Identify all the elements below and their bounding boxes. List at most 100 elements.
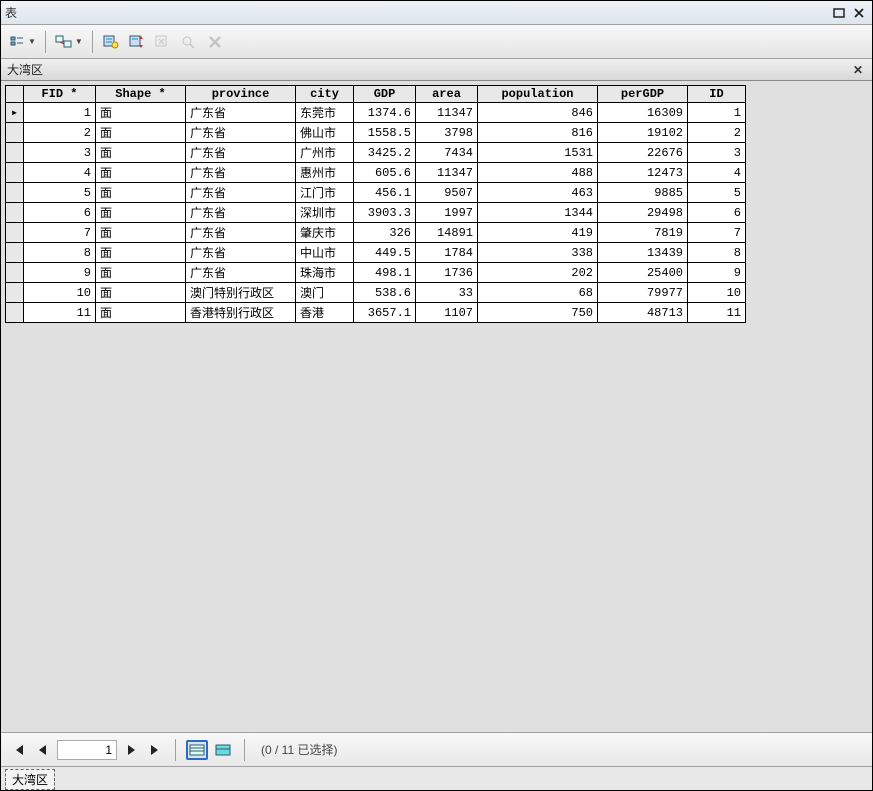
cell-city[interactable]: 澳门: [296, 283, 354, 303]
col-header-area[interactable]: area: [416, 86, 478, 103]
col-header-gdp[interactable]: GDP: [354, 86, 416, 103]
switch-selection-button[interactable]: [125, 30, 149, 54]
cell-population[interactable]: 463: [478, 183, 598, 203]
col-header-pergdp[interactable]: perGDP: [598, 86, 688, 103]
cell-population[interactable]: 338: [478, 243, 598, 263]
cell-pergdp[interactable]: 79977: [598, 283, 688, 303]
select-by-attributes-button[interactable]: [99, 30, 123, 54]
row-selector[interactable]: [6, 263, 24, 283]
cell-pergdp[interactable]: 29498: [598, 203, 688, 223]
zoom-selected-button[interactable]: [177, 30, 201, 54]
cell-city[interactable]: 东莞市: [296, 103, 354, 123]
close-tab-button[interactable]: ✕: [850, 62, 866, 78]
cell-id[interactable]: 8: [688, 243, 746, 263]
cell-population[interactable]: 1531: [478, 143, 598, 163]
cell-pergdp[interactable]: 13439: [598, 243, 688, 263]
cell-gdp[interactable]: 538.6: [354, 283, 416, 303]
maximize-button[interactable]: [830, 5, 848, 21]
cell-population[interactable]: 488: [478, 163, 598, 183]
cell-shape[interactable]: 面: [96, 203, 186, 223]
cell-city[interactable]: 香港: [296, 303, 354, 323]
cell-area[interactable]: 9507: [416, 183, 478, 203]
cell-gdp[interactable]: 605.6: [354, 163, 416, 183]
row-header-corner[interactable]: [6, 86, 24, 103]
cell-pergdp[interactable]: 48713: [598, 303, 688, 323]
col-header-population[interactable]: population: [478, 86, 598, 103]
cell-gdp[interactable]: 3425.2: [354, 143, 416, 163]
cell-id[interactable]: 7: [688, 223, 746, 243]
row-selector[interactable]: ▸: [6, 103, 24, 123]
row-selector[interactable]: [6, 183, 24, 203]
cell-gdp[interactable]: 456.1: [354, 183, 416, 203]
cell-shape[interactable]: 面: [96, 123, 186, 143]
cell-province[interactable]: 澳门特别行政区: [186, 283, 296, 303]
cell-shape[interactable]: 面: [96, 283, 186, 303]
cell-id[interactable]: 6: [688, 203, 746, 223]
col-header-fid[interactable]: FID *: [24, 86, 96, 103]
cell-area[interactable]: 3798: [416, 123, 478, 143]
record-position-input[interactable]: [57, 740, 117, 760]
cell-province[interactable]: 广东省: [186, 123, 296, 143]
cell-area[interactable]: 1107: [416, 303, 478, 323]
cell-id[interactable]: 5: [688, 183, 746, 203]
cell-id[interactable]: 3: [688, 143, 746, 163]
cell-id[interactable]: 10: [688, 283, 746, 303]
cell-fid[interactable]: 8: [24, 243, 96, 263]
cell-shape[interactable]: 面: [96, 303, 186, 323]
cell-province[interactable]: 广东省: [186, 103, 296, 123]
cell-province[interactable]: 广东省: [186, 223, 296, 243]
cell-city[interactable]: 广州市: [296, 143, 354, 163]
next-record-button[interactable]: [121, 740, 141, 760]
cell-population[interactable]: 750: [478, 303, 598, 323]
cell-area[interactable]: 1736: [416, 263, 478, 283]
show-selected-records-button[interactable]: [212, 740, 234, 760]
cell-province[interactable]: 广东省: [186, 183, 296, 203]
last-record-button[interactable]: [145, 740, 165, 760]
cell-gdp[interactable]: 3903.3: [354, 203, 416, 223]
cell-shape[interactable]: 面: [96, 263, 186, 283]
cell-province[interactable]: 广东省: [186, 203, 296, 223]
clear-selection-button[interactable]: [151, 30, 175, 54]
cell-fid[interactable]: 9: [24, 263, 96, 283]
table-row[interactable]: 2面广东省佛山市1558.53798816191022: [6, 123, 746, 143]
col-header-id[interactable]: ID: [688, 86, 746, 103]
cell-id[interactable]: 1: [688, 103, 746, 123]
table-row[interactable]: 9面广东省珠海市498.11736202254009: [6, 263, 746, 283]
cell-pergdp[interactable]: 19102: [598, 123, 688, 143]
row-selector[interactable]: [6, 243, 24, 263]
cell-gdp[interactable]: 326: [354, 223, 416, 243]
cell-shape[interactable]: 面: [96, 223, 186, 243]
cell-gdp[interactable]: 498.1: [354, 263, 416, 283]
cell-pergdp[interactable]: 25400: [598, 263, 688, 283]
cell-pergdp[interactable]: 22676: [598, 143, 688, 163]
delete-selected-button[interactable]: [203, 30, 227, 54]
cell-city[interactable]: 佛山市: [296, 123, 354, 143]
cell-area[interactable]: 11347: [416, 163, 478, 183]
cell-area[interactable]: 11347: [416, 103, 478, 123]
table-row[interactable]: 10面澳门特别行政区澳门538.633687997710: [6, 283, 746, 303]
table-row[interactable]: 11面香港特别行政区香港3657.111077504871311: [6, 303, 746, 323]
row-selector[interactable]: [6, 123, 24, 143]
cell-province[interactable]: 广东省: [186, 163, 296, 183]
cell-pergdp[interactable]: 7819: [598, 223, 688, 243]
row-selector[interactable]: [6, 303, 24, 323]
cell-fid[interactable]: 11: [24, 303, 96, 323]
row-selector[interactable]: [6, 283, 24, 303]
table-options-button[interactable]: ▼: [7, 30, 39, 54]
cell-city[interactable]: 肇庆市: [296, 223, 354, 243]
cell-fid[interactable]: 5: [24, 183, 96, 203]
cell-province[interactable]: 香港特别行政区: [186, 303, 296, 323]
cell-province[interactable]: 广东省: [186, 263, 296, 283]
cell-id[interactable]: 9: [688, 263, 746, 283]
cell-shape[interactable]: 面: [96, 163, 186, 183]
bottom-tab[interactable]: 大湾区: [5, 769, 55, 790]
first-record-button[interactable]: [9, 740, 29, 760]
cell-fid[interactable]: 1: [24, 103, 96, 123]
cell-area[interactable]: 33: [416, 283, 478, 303]
cell-fid[interactable]: 10: [24, 283, 96, 303]
cell-population[interactable]: 816: [478, 123, 598, 143]
cell-pergdp[interactable]: 12473: [598, 163, 688, 183]
cell-area[interactable]: 1784: [416, 243, 478, 263]
cell-pergdp[interactable]: 16309: [598, 103, 688, 123]
table-row[interactable]: 4面广东省惠州市605.611347488124734: [6, 163, 746, 183]
